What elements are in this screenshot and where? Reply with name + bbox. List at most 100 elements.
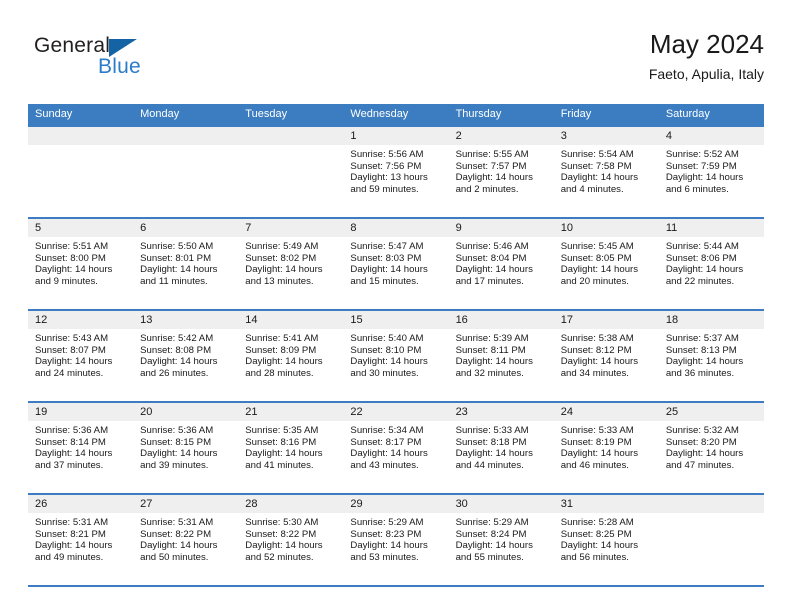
- calendar-day-cell[interactable]: 10 Sunrise: 5:45 AM Sunset: 8:05 PM Dayligh…: [553, 219, 659, 309]
- daylight-duration-line2: and 20 minutes.: [560, 276, 629, 288]
- day-details: Sunrise: 5:31 AM Sunset: 8:22 PM Daylight:…: [133, 513, 238, 564]
- daylight-duration-line1: Daylight: 14 hours: [35, 356, 113, 368]
- day-number: 25: [658, 403, 764, 421]
- day-number: 10: [553, 219, 659, 237]
- sunset-time: Sunset: 8:23 PM: [350, 528, 422, 540]
- calendar-day-cell[interactable]: 21 Sunrise: 5:35 AM Sunset: 8:16 PM Dayligh…: [238, 403, 344, 493]
- sunset-time: Sunset: 8:06 PM: [665, 252, 737, 264]
- daylight-duration-line2: and 2 minutes.: [455, 184, 519, 196]
- calendar-day-cell[interactable]: 3 Sunrise: 5:54 AM Sunset: 7:58 PM Daylight…: [553, 127, 659, 217]
- day-number: 21: [238, 403, 344, 421]
- calendar-day-cell[interactable]: 24 Sunrise: 5:33 AM Sunset: 8:19 PM Dayligh…: [553, 403, 659, 493]
- sunset-time: Sunset: 8:07 PM: [35, 344, 106, 356]
- calendar-day-cell[interactable]: 14 Sunrise: 5:41 AM Sunset: 8:09 PM Dayligh…: [238, 311, 344, 401]
- daylight-duration-line1: Daylight: 14 hours: [455, 172, 533, 184]
- day-details: Sunrise: 5:32 AM Sunset: 8:20 PM Daylight:…: [659, 421, 764, 472]
- sunset-time: Sunset: 8:03 PM: [350, 252, 422, 264]
- daylight-duration-line2: and 55 minutes.: [455, 552, 524, 564]
- daylight-duration-line1: Daylight: 14 hours: [665, 448, 744, 460]
- calendar-day-cell[interactable]: 16 Sunrise: 5:39 AM Sunset: 8:11 PM Dayligh…: [448, 311, 554, 401]
- calendar-day-cell[interactable]: 22 Sunrise: 5:34 AM Sunset: 8:17 PM Dayligh…: [343, 403, 449, 493]
- day-details: Sunrise: 5:49 AM Sunset: 8:02 PM Daylight:…: [238, 237, 343, 288]
- daylight-duration-line1: Daylight: 14 hours: [140, 540, 218, 552]
- calendar-day-cell[interactable]: 18 Sunrise: 5:37 AM Sunset: 8:13 PM Dayligh…: [658, 311, 764, 401]
- day-details: Sunrise: 5:43 AM Sunset: 8:07 PM Daylight:…: [28, 329, 133, 380]
- weekday-header-saturday: Saturday: [665, 108, 710, 120]
- daylight-duration-line1: Daylight: 14 hours: [560, 172, 639, 184]
- page-header: General Blue May 2024 Faeto, Apulia, Ita…: [28, 28, 764, 94]
- calendar-day-cell[interactable]: 13 Sunrise: 5:42 AM Sunset: 8:08 PM Dayligh…: [133, 311, 239, 401]
- daylight-duration-line1: Daylight: 14 hours: [455, 356, 533, 368]
- calendar-day-cell[interactable]: 31 Sunrise: 5:28 AM Sunset: 8:25 PM Dayligh…: [553, 495, 659, 585]
- day-number: [658, 495, 764, 513]
- calendar-day-cell[interactable]: 8 Sunrise: 5:47 AM Sunset: 8:03 PM Daylight…: [343, 219, 449, 309]
- sunset-time: Sunset: 8:08 PM: [140, 344, 212, 356]
- daylight-duration-line1: Daylight: 14 hours: [35, 540, 113, 552]
- sunset-time: Sunset: 8:02 PM: [245, 252, 317, 264]
- calendar-day-cell[interactable]: 12 Sunrise: 5:43 AM Sunset: 8:07 PM Dayligh…: [28, 311, 134, 401]
- day-details: Sunrise: 5:36 AM Sunset: 8:14 PM Daylight:…: [28, 421, 133, 472]
- calendar-day-cell[interactable]: 17 Sunrise: 5:38 AM Sunset: 8:12 PM Dayligh…: [553, 311, 659, 401]
- sunrise-time: Sunrise: 5:43 AM: [35, 333, 109, 344]
- sunrise-time: Sunrise: 5:44 AM: [665, 241, 739, 252]
- weekday-header-sunday: Sunday: [35, 108, 73, 120]
- generalblue-logo[interactable]: General Blue: [34, 34, 224, 90]
- daylight-duration-line2: and 37 minutes.: [35, 460, 104, 472]
- calendar-day-cell[interactable]: 23 Sunrise: 5:33 AM Sunset: 8:18 PM Dayligh…: [448, 403, 554, 493]
- calendar-day-cell[interactable]: 9 Sunrise: 5:46 AM Sunset: 8:04 PM Daylight…: [448, 219, 554, 309]
- daylight-duration-line1: Daylight: 14 hours: [560, 264, 639, 276]
- calendar-day-cell[interactable]: 2 Sunrise: 5:55 AM Sunset: 7:57 PM Daylight…: [448, 127, 554, 217]
- daylight-duration-line1: Daylight: 14 hours: [560, 540, 639, 552]
- day-number: [238, 127, 344, 145]
- sunset-time: Sunset: 8:15 PM: [140, 436, 212, 448]
- calendar-day-cell[interactable]: 30 Sunrise: 5:29 AM Sunset: 8:24 PM Dayligh…: [448, 495, 554, 585]
- daylight-duration-line2: and 6 minutes.: [665, 184, 729, 196]
- daylight-duration-line1: Daylight: 14 hours: [35, 448, 113, 460]
- calendar-day-cell[interactable]: 25 Sunrise: 5:32 AM Sunset: 8:20 PM Dayligh…: [658, 403, 764, 493]
- weekday-header-thursday: Thursday: [455, 108, 502, 120]
- calendar-day-cell[interactable]: 29 Sunrise: 5:29 AM Sunset: 8:23 PM Dayligh…: [343, 495, 449, 585]
- day-details: Sunrise: 5:42 AM Sunset: 8:08 PM Daylight:…: [133, 329, 238, 380]
- day-number: 30: [448, 495, 554, 513]
- sunrise-time: Sunrise: 5:29 AM: [350, 517, 424, 528]
- daylight-duration-line2: and 26 minutes.: [140, 368, 209, 380]
- day-number: 19: [28, 403, 134, 421]
- calendar-day-cell[interactable]: 20 Sunrise: 5:36 AM Sunset: 8:15 PM Dayligh…: [133, 403, 239, 493]
- day-number: 24: [553, 403, 659, 421]
- daylight-duration-line2: and 32 minutes.: [455, 368, 524, 380]
- daylight-duration-line1: Daylight: 14 hours: [245, 264, 323, 276]
- sunset-time: Sunset: 8:10 PM: [350, 344, 422, 356]
- sunrise-time: Sunrise: 5:42 AM: [140, 333, 214, 344]
- daylight-duration-line1: Daylight: 14 hours: [140, 356, 218, 368]
- daylight-duration-line1: Daylight: 14 hours: [665, 172, 744, 184]
- calendar-day-cell[interactable]: 27 Sunrise: 5:31 AM Sunset: 8:22 PM Dayligh…: [133, 495, 239, 585]
- calendar-day-cell[interactable]: 7 Sunrise: 5:49 AM Sunset: 8:02 PM Daylight…: [238, 219, 344, 309]
- sunrise-time: Sunrise: 5:31 AM: [35, 517, 109, 528]
- daylight-duration-line2: and 4 minutes.: [560, 184, 624, 196]
- calendar-day-cell[interactable]: 6 Sunrise: 5:50 AM Sunset: 8:01 PM Daylight…: [133, 219, 239, 309]
- daylight-duration-line2: and 13 minutes.: [245, 276, 314, 288]
- page-subtitle: Faeto, Apulia, Italy: [648, 66, 764, 82]
- calendar-day-cell[interactable]: 26 Sunrise: 5:31 AM Sunset: 8:21 PM Dayligh…: [28, 495, 134, 585]
- calendar-day-cell[interactable]: 15 Sunrise: 5:40 AM Sunset: 8:10 PM Dayligh…: [343, 311, 449, 401]
- sunset-time: Sunset: 8:24 PM: [455, 528, 527, 540]
- sunrise-time: Sunrise: 5:49 AM: [245, 241, 319, 252]
- sunset-time: Sunset: 8:00 PM: [35, 252, 106, 264]
- calendar-day-cell[interactable]: 19 Sunrise: 5:36 AM Sunset: 8:14 PM Dayligh…: [28, 403, 134, 493]
- calendar-day-cell[interactable]: 4 Sunrise: 5:52 AM Sunset: 7:59 PM Daylight…: [658, 127, 764, 217]
- calendar-day-cell[interactable]: 1 Sunrise: 5:56 AM Sunset: 7:56 PM Daylight…: [343, 127, 449, 217]
- daylight-duration-line2: and 17 minutes.: [455, 276, 524, 288]
- sunset-time: Sunset: 8:20 PM: [665, 436, 737, 448]
- page-title: May 2024: [649, 29, 764, 59]
- day-number: 27: [133, 495, 239, 513]
- sunrise-time: Sunrise: 5:50 AM: [140, 241, 214, 252]
- calendar-day-cell[interactable]: 28 Sunrise: 5:30 AM Sunset: 8:22 PM Dayligh…: [238, 495, 344, 585]
- calendar-day-cell[interactable]: 5 Sunrise: 5:51 AM Sunset: 8:00 PM Daylight…: [28, 219, 134, 309]
- day-details: Sunrise: 5:40 AM Sunset: 8:10 PM Daylight:…: [343, 329, 448, 380]
- sunrise-time: Sunrise: 5:45 AM: [560, 241, 634, 252]
- calendar-week-row: 12 Sunrise: 5:43 AM Sunset: 8:07 PM Dayligh…: [28, 309, 764, 401]
- daylight-duration-line2: and 49 minutes.: [35, 552, 104, 564]
- sunset-time: Sunset: 8:05 PM: [560, 252, 632, 264]
- sunset-time: Sunset: 8:22 PM: [140, 528, 212, 540]
- calendar-day-cell[interactable]: 11 Sunrise: 5:44 AM Sunset: 8:06 PM Dayligh…: [658, 219, 764, 309]
